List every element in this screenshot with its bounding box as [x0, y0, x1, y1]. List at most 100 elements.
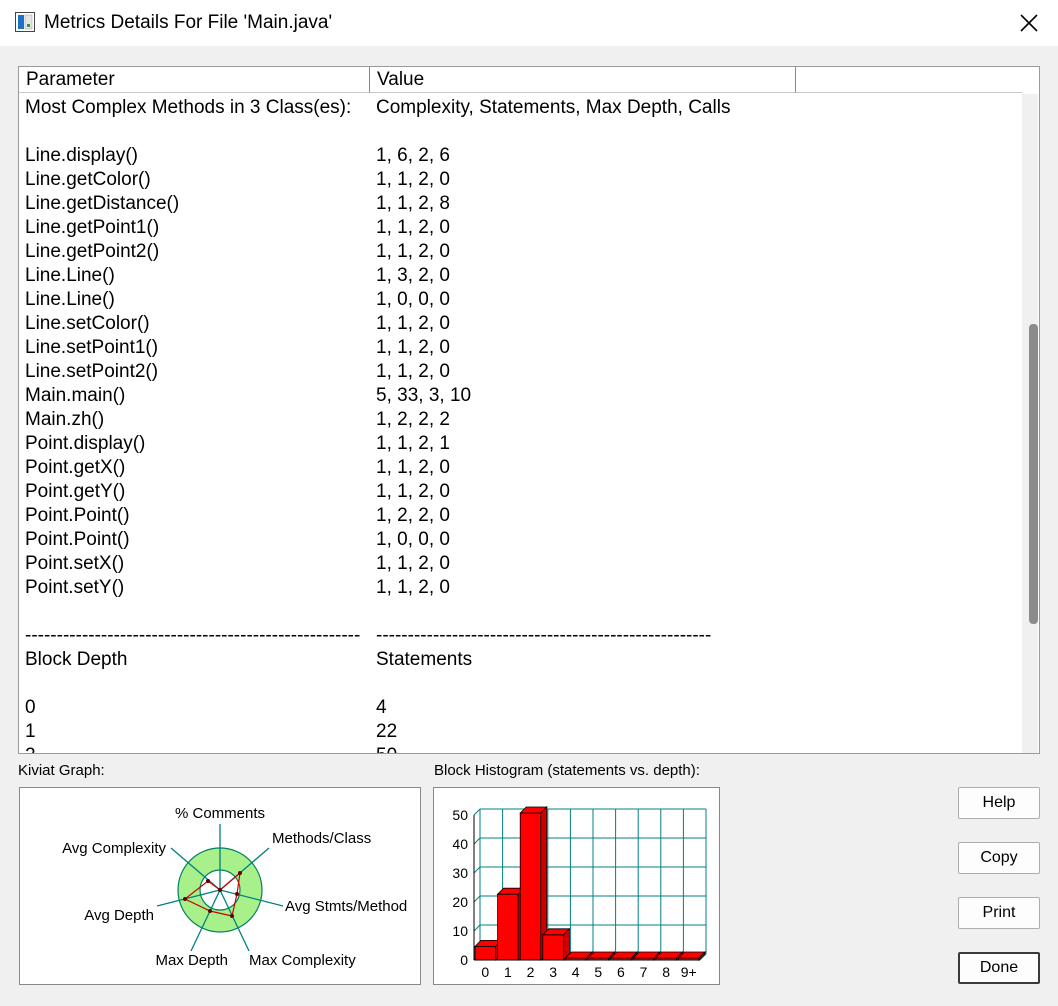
column-header-value[interactable]: Value: [370, 67, 796, 93]
table-row[interactable]: Line.display() 1, 6, 2, 6: [19, 144, 1019, 168]
table-row[interactable]: Point.getY() 1, 1, 2, 0: [19, 480, 1019, 504]
copy-button[interactable]: Copy: [958, 842, 1040, 874]
table-row[interactable]: Line.getColor() 1, 1, 2, 0: [19, 168, 1019, 192]
table-row[interactable]: 04: [19, 696, 1019, 720]
cell-parameter: Point.display(): [25, 433, 146, 454]
x-tick-label: 3: [549, 964, 557, 980]
kiviat-axis-label: Avg Complexity: [62, 840, 166, 857]
kiviat-label: Kiviat Graph:: [18, 762, 105, 779]
y-tick-label: 20: [452, 894, 468, 910]
x-tick-label: 1: [504, 964, 512, 980]
kiviat-point: [206, 879, 210, 883]
x-tick-label: 5: [594, 964, 602, 980]
done-button[interactable]: Done: [958, 952, 1040, 984]
kiviat-axis-label: Avg Depth: [84, 907, 154, 924]
table-row[interactable]: Most Complex Methods in 3 Class(es): Comp…: [19, 96, 1019, 120]
table-row[interactable]: Point.setX() 1, 1, 2, 0: [19, 552, 1019, 576]
grid-line: [473, 866, 481, 874]
cell-value: 1, 1, 2, 0: [376, 361, 450, 382]
table-row[interactable]: Line.setColor() 1, 1, 2, 0: [19, 312, 1019, 336]
x-tick-label: 8: [662, 964, 670, 980]
y-tick-label: 30: [452, 865, 468, 881]
cell-value: 1, 2, 2, 2: [376, 409, 450, 430]
cell-value: 1, 1, 2, 0: [376, 457, 450, 478]
app-icon: [15, 12, 35, 32]
kiviat-axis-label: Methods/Class: [272, 830, 371, 847]
cell-parameter: Point.Point(): [25, 505, 130, 526]
cell-value: 1, 1, 2, 0: [376, 241, 450, 262]
x-tick-label: 9+: [681, 964, 697, 980]
table-row[interactable]: [19, 600, 1019, 624]
close-button[interactable]: [1000, 0, 1058, 46]
table-row[interactable]: Line.getPoint2() 1, 1, 2, 0: [19, 240, 1019, 264]
window-title: Metrics Details For File 'Main.java': [44, 12, 333, 33]
cell-parameter: 1: [25, 721, 36, 742]
vertical-scrollbar[interactable]: [1022, 94, 1038, 753]
cell-parameter: Point.setY(): [25, 577, 125, 598]
table-row[interactable]: Main.main() 5, 33, 3, 10: [19, 384, 1019, 408]
table-row[interactable]: Line.Line() 1, 3, 2, 0: [19, 264, 1019, 288]
table-row[interactable]: 1 22: [19, 720, 1019, 744]
cell-value: 22: [376, 721, 398, 742]
table-row[interactable]: Line.getDistance() 1, 1, 2, 8: [19, 192, 1019, 216]
table-row[interactable]: [19, 120, 1019, 144]
table-row[interactable]: Point.Point() 1, 0, 0, 0: [19, 528, 1019, 552]
cell-value: 1, 1, 2, 0: [376, 577, 450, 598]
table-row[interactable]: Line.setPoint2() 1, 1, 2, 0: [19, 360, 1019, 384]
table-row[interactable]: Main.zh() 1, 2, 2, 2: [19, 408, 1019, 432]
cell-value: 1, 6, 2, 6: [376, 145, 450, 166]
cell-value: 1, 1, 2, 0: [376, 217, 450, 238]
cell-parameter: Line.setPoint2(): [25, 361, 159, 382]
histogram-svg: 010203040500 1 2 3 4 5 6 7 8 9+: [452, 806, 707, 980]
cell-parameter: Block Depth: [25, 649, 128, 670]
kiviat-axis-label: Avg Stmts/Method: [285, 898, 407, 915]
cell-parameter: 2: [25, 744, 36, 753]
cell-value: 1, 1, 2, 0: [376, 169, 450, 190]
help-button[interactable]: Help: [958, 787, 1040, 819]
table-row[interactable]: 2 50: [19, 744, 1019, 753]
cell-parameter: Line.Line(): [25, 265, 115, 286]
x-tick-label: 2: [527, 964, 535, 980]
table-row[interactable]: Point.setY() 1, 1, 2, 0: [19, 576, 1019, 600]
kiviat-axis-label: Max Complexity: [249, 952, 356, 969]
metrics-rows: Most Complex Methods in 3 Class(es): Comp…: [19, 96, 1019, 753]
table-row[interactable]: Point.getX() 1, 1, 2, 0: [19, 456, 1019, 480]
table-row[interactable]: ----------------------------------------…: [19, 624, 1019, 648]
kiviat-axis-label: % Comments: [175, 805, 265, 822]
grid-line: [473, 924, 481, 932]
metrics-list[interactable]: Parameter Value Most Complex Methods in …: [18, 66, 1040, 754]
table-row[interactable]: Point.display() 1, 1, 2, 1: [19, 432, 1019, 456]
close-icon[interactable]: [1020, 14, 1038, 32]
cell-value: 5, 33, 3, 10: [376, 385, 472, 406]
x-tick-label: 4: [572, 964, 580, 980]
print-button[interactable]: Print: [958, 897, 1040, 929]
cell-parameter: Point.setX(): [25, 553, 125, 574]
table-row[interactable]: Line.Line() 1, 0, 0, 0: [19, 288, 1019, 312]
cell-parameter: Point.Point(): [25, 529, 130, 550]
cell-value: 4: [376, 697, 387, 718]
y-tick-label: 10: [452, 923, 468, 939]
cell-parameter: Line.Line(): [25, 289, 115, 310]
cell-value: 1, 1, 2, 0: [376, 337, 450, 358]
cell-value: 1, 2, 2, 0: [376, 505, 450, 526]
y-tick-label: 50: [452, 807, 468, 823]
table-row[interactable]: Block Depth Statements: [19, 648, 1019, 672]
cell-value: 1, 1, 2, 0: [376, 553, 450, 574]
title-bar: Metrics Details For File 'Main.java': [0, 0, 1058, 46]
cell-parameter: Line.getPoint2(): [25, 241, 160, 262]
cell-parameter: 0: [25, 697, 36, 718]
table-row[interactable]: Line.setPoint1() 1, 1, 2, 0: [19, 336, 1019, 360]
table-row[interactable]: [19, 672, 1019, 696]
y-tick-label: 40: [452, 836, 468, 852]
column-header-parameter[interactable]: Parameter: [19, 67, 370, 93]
grid-line: [473, 808, 481, 816]
cell-parameter: Line.getColor(): [25, 169, 151, 190]
cell-parameter: ----------------------------------------…: [25, 625, 361, 646]
column-header-empty: [796, 67, 1022, 93]
scrollbar-thumb[interactable]: [1029, 324, 1038, 624]
table-row[interactable]: Line.getPoint1() 1, 1, 2, 0: [19, 216, 1019, 240]
kiviat-svg: % Comments Methods/Class Avg Stmts/Metho…: [62, 805, 407, 969]
cell-value: Statements: [376, 649, 473, 670]
table-row[interactable]: Point.Point() 1, 2, 2, 0: [19, 504, 1019, 528]
x-tick-label: 6: [617, 964, 625, 980]
